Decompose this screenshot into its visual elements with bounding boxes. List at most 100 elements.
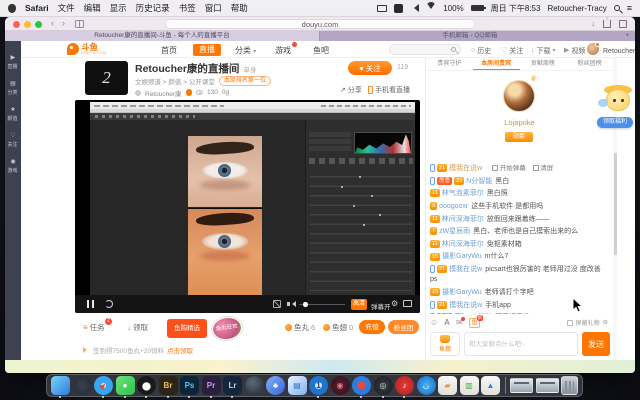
menu-bookmarks[interactable]: 书签 (179, 2, 196, 14)
rail-item[interactable]: ♡ 关注 (7, 133, 18, 148)
dock-app-icon[interactable]: ◡ (417, 376, 436, 395)
control-center-icon[interactable]: ≡ (627, 4, 632, 13)
pause-button[interactable] (87, 300, 95, 308)
phone-watch-button[interactable]: 手机看直播 (368, 85, 410, 95)
user-menu[interactable]: Retoucher康 ▾ (603, 46, 635, 56)
dock-app-icon[interactable]: ▰ (438, 376, 457, 395)
chat-input[interactable] (464, 332, 578, 356)
dock-app-icon[interactable]: Lr (223, 376, 242, 395)
menu-edit[interactable]: 编辑 (84, 2, 101, 14)
task-button[interactable]: ≡任务 (83, 322, 105, 333)
fans-club-button[interactable]: 粉丝团 (388, 320, 419, 334)
chat-username[interactable]: N分智能 (466, 178, 492, 185)
dock-app-icon[interactable]: Pr (202, 376, 221, 395)
follow-button[interactable]: ♥关注 (348, 61, 392, 75)
dock-app-icon[interactable]: Br (159, 376, 178, 395)
chat-username[interactable]: 摄影GaryWu (442, 253, 482, 260)
font-style-icon[interactable]: A (444, 318, 450, 327)
claim-link[interactable]: 点击领取 (167, 345, 193, 355)
trash-icon[interactable] (561, 376, 578, 395)
chat-username[interactable]: 摸我在说w (449, 165, 482, 172)
claim-button[interactable]: ↓领取 (127, 322, 148, 333)
event-sticker[interactable]: 鱼丸狂欢 (211, 315, 244, 342)
link-video[interactable]: ▶视频 (564, 46, 585, 56)
dock-app-icon[interactable]: ♣ (266, 376, 285, 395)
minimize-window-button[interactable] (24, 21, 31, 28)
noble-avatar[interactable] (503, 80, 535, 112)
nav-category[interactable]: 分类 ▾ (235, 45, 256, 56)
minimized-window-thumb[interactable] (536, 378, 559, 393)
spotlight-icon[interactable] (614, 5, 620, 11)
sidebar-toggle-icon[interactable] (75, 20, 84, 28)
input-method-icon[interactable] (394, 4, 403, 13)
new-tab-button[interactable]: + (620, 31, 635, 41)
block-gifts-label[interactable]: 屏蔽礼物 (576, 318, 600, 327)
share-button[interactable]: ↗分享 (340, 85, 362, 95)
dock-app-icon[interactable] (73, 376, 92, 395)
apple-menu-icon[interactable] (8, 4, 16, 13)
rail-item[interactable]: ★ 颜值 (7, 107, 18, 122)
fish-shop-button[interactable]: 鱼购精选 (167, 319, 207, 338)
header-search-input[interactable] (389, 44, 461, 55)
chat-message-list[interactable]: 21摸我在说w开始弹幕清屏 房管23N分智能黑白 11林气泡素菲尔黑白照 (430, 164, 608, 314)
gear-icon[interactable]: ⚙ (603, 319, 608, 326)
tab-qq-mail[interactable]: 手机邮箱 - QQ邮箱 (320, 31, 620, 41)
scrollbar-thumb[interactable] (614, 153, 617, 255)
menubar-user[interactable]: Retoucher-Tracy (547, 4, 606, 13)
menu-file[interactable]: 文件 (58, 2, 75, 14)
dock-app-icon[interactable] (137, 376, 156, 395)
dock-app-icon[interactable]: ♪ (395, 376, 414, 395)
tab-douyu[interactable]: Retoucher康的直播间-斗鱼 - 每个人的直播平台 (5, 31, 320, 41)
video-player[interactable]: 高清 弹幕开 ⚙ (75, 100, 420, 313)
rail-item[interactable]: ◉ 游戏 (7, 159, 18, 174)
rail-item[interactable]: ▶ 直播 (7, 55, 18, 70)
gear-icon[interactable]: ⚙ (391, 299, 398, 308)
chat-username[interactable]: 林间深海菲尔 (442, 216, 484, 223)
download-icon[interactable]: ↓ (591, 19, 595, 28)
dock-app-icon[interactable] (51, 376, 70, 395)
dock-app-icon[interactable]: ▶ (94, 376, 113, 395)
tab-fans-rank[interactable]: 粉丝团榜 (566, 58, 613, 70)
chat-username[interactable]: zW星辰雨 (439, 228, 470, 235)
send-button[interactable]: 发送 (582, 332, 610, 356)
tab-weekly-rank[interactable]: 贡献周榜 (520, 58, 567, 70)
dock-app-icon[interactable]: 1 (309, 376, 328, 395)
dock-app-icon[interactable]: ▥ (460, 376, 479, 395)
share-icon[interactable] (603, 20, 611, 28)
app-menu-safari[interactable]: Safari (25, 3, 49, 13)
volume-icon[interactable] (410, 4, 419, 12)
address-bar[interactable]: douyu.com (165, 19, 475, 29)
menu-help[interactable]: 帮助 (231, 2, 248, 14)
anchor-name[interactable]: Retoucher康 (145, 88, 182, 98)
zoom-window-button[interactable] (35, 21, 42, 28)
link-history[interactable]: ○历史 (471, 46, 491, 56)
mascot-button[interactable]: 领取福利 (597, 117, 633, 128)
dock-app-icon[interactable] (352, 376, 371, 395)
clear-screen-button[interactable]: 清屏 (533, 164, 554, 173)
fish-gift-icon[interactable]: 鱼新 (469, 318, 481, 328)
rank-pill[interactable]: 本周排名第一位 (219, 76, 271, 86)
quality-button[interactable]: 高清 (351, 299, 367, 310)
chat-username[interactable]: ooogooxr (439, 203, 468, 210)
forward-button[interactable]: › (62, 18, 65, 28)
menubar-clock[interactable]: 周日 下午8:53 (491, 3, 541, 14)
danmu-edit-icon[interactable] (273, 300, 281, 308)
menu-history[interactable]: 历史记录 (136, 2, 170, 14)
nav-live[interactable]: 直播 (193, 44, 221, 56)
tab-room-noble[interactable]: 本房间贵宾 (473, 58, 520, 70)
link-download[interactable]: ↓下载▾ (531, 46, 556, 56)
nav-games[interactable]: 游戏 (275, 45, 291, 56)
room-thumbnail[interactable]: 2 (85, 61, 128, 95)
dock-app-icon[interactable]: ▲ (481, 376, 500, 395)
rail-item[interactable]: ▤ 分类 (7, 81, 18, 96)
dock-app-icon[interactable]: ▤ (288, 376, 307, 395)
dock-app-icon[interactable]: ● (116, 376, 135, 395)
chat-username[interactable]: 摄影GaryWu (442, 289, 482, 296)
refresh-button[interactable] (105, 300, 113, 308)
dock-app-icon[interactable]: ◎ (374, 376, 393, 395)
menu-window[interactable]: 窗口 (205, 2, 222, 14)
recharge-button[interactable]: 充值 (359, 320, 385, 334)
dock-app-icon[interactable]: ◉ (331, 376, 350, 395)
link-follow[interactable]: ♡关注 (501, 46, 523, 56)
dock-app-icon[interactable]: Ps (180, 376, 199, 395)
